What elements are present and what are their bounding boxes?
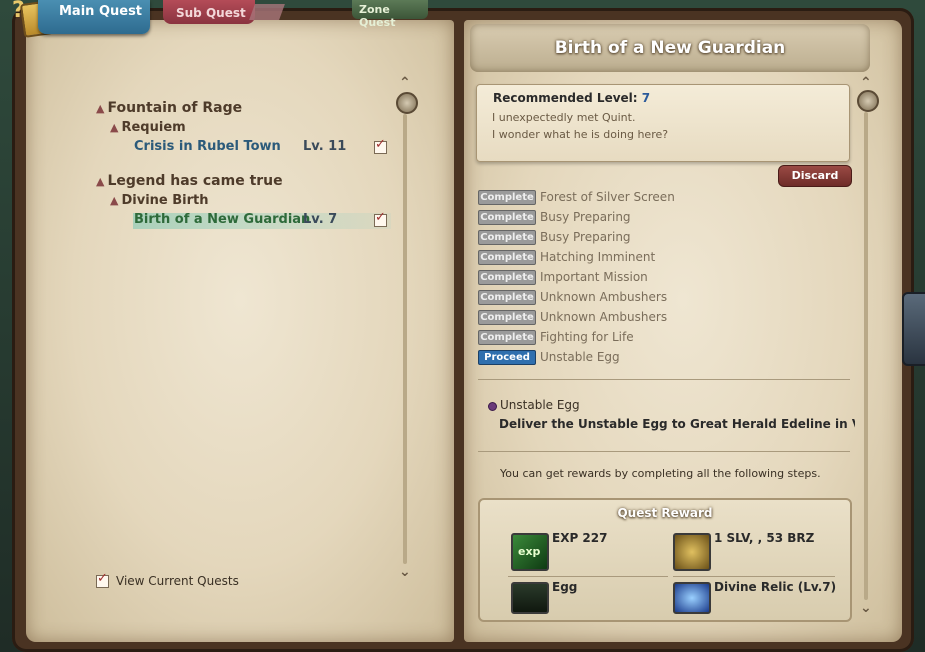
- track-checkbox[interactable]: [374, 137, 387, 154]
- discard-button[interactable]: Discard: [778, 165, 852, 187]
- quest-level: Lv. 7: [303, 212, 338, 227]
- status-badge: Complete: [478, 270, 536, 285]
- step-row: Complete Forest of Silver Screen: [478, 190, 675, 205]
- tab-sub-quest[interactable]: Sub Quest: [163, 0, 255, 24]
- status-badge: Complete: [478, 330, 536, 345]
- scroll-down-icon[interactable]: ⌄: [860, 600, 872, 616]
- relic-orb-icon[interactable]: [673, 582, 711, 614]
- step-row: Complete Fighting for Life: [478, 330, 634, 345]
- tab-sub-label: Sub Quest: [176, 6, 246, 20]
- step-row: Complete Busy Preparing: [478, 210, 631, 225]
- objective-description: Deliver the Unstable Egg to Great Herald…: [499, 417, 855, 431]
- step-row: Complete Unknown Ambushers: [478, 310, 667, 325]
- tab-zone-quest[interactable]: Zone Quest: [352, 0, 428, 29]
- status-badge: Proceed: [478, 350, 536, 365]
- status-badge: Complete: [478, 190, 536, 205]
- quest-birth-of-a-new-guardian[interactable]: Birth of a New Guardian: [134, 212, 310, 227]
- coins-icon[interactable]: [673, 533, 711, 571]
- step-row: Complete Important Mission: [478, 270, 648, 285]
- objective-bullet-icon: [488, 402, 497, 411]
- recommended-level: Recommended Level: 7: [493, 91, 651, 105]
- side-handle[interactable]: [902, 292, 925, 366]
- expand-arrow-icon: ▲: [96, 175, 105, 188]
- expand-arrow-icon: ▲: [110, 121, 119, 134]
- tab-main-label: Main Quest: [59, 4, 143, 19]
- exp-icon[interactable]: exp: [511, 533, 549, 571]
- quest-level: Lv. 11: [303, 139, 347, 154]
- status-badge: Complete: [478, 310, 536, 325]
- objective-title: Unstable Egg: [500, 398, 580, 412]
- quest-desc-line: I unexpectedly met Quint.: [492, 111, 636, 124]
- tab-zone-label: Zone Quest: [359, 3, 396, 29]
- scroll-knob[interactable]: [857, 90, 879, 112]
- track-checkbox[interactable]: [374, 210, 387, 227]
- category-legend-has-came-true[interactable]: ▲ Legend has came true: [96, 173, 283, 189]
- ribbon-decoration: [249, 4, 285, 20]
- reward-divider: [673, 576, 835, 577]
- status-badge: Complete: [478, 210, 536, 225]
- quest-crisis-in-rubel-town[interactable]: Crisis in Rubel Town: [134, 139, 281, 154]
- step-row: Complete Busy Preparing: [478, 230, 631, 245]
- scroll-track[interactable]: [403, 114, 407, 564]
- step-row: Complete Unknown Ambushers: [478, 290, 667, 305]
- status-badge: Complete: [478, 230, 536, 245]
- reward-item-egg: Egg: [552, 580, 578, 594]
- expand-arrow-icon: ▲: [96, 102, 105, 115]
- egg-icon[interactable]: [511, 582, 549, 614]
- step-row-current: Proceed Unstable Egg: [478, 350, 620, 365]
- view-current-label: View Current Quests: [116, 574, 239, 588]
- expand-arrow-icon: ▲: [110, 194, 119, 207]
- divider: [478, 379, 850, 380]
- reward-exp: EXP 227: [552, 531, 608, 545]
- reward-item-relic: Divine Relic (Lv.7): [714, 580, 837, 594]
- quest-title-banner: Birth of a New Guardian: [470, 24, 870, 72]
- reward-header: Quest Reward: [617, 506, 713, 520]
- quest-window: ? Main Quest Sub Quest Zone Quest ▲ Fount…: [0, 0, 925, 652]
- scroll-up-icon[interactable]: ⌃: [860, 75, 872, 91]
- status-badge: Complete: [478, 290, 536, 305]
- subcategory-requiem[interactable]: ▲ Requiem: [110, 120, 186, 135]
- reward-money: 1 SLV, , 53 BRZ: [714, 531, 815, 545]
- reward-divider: [508, 576, 668, 577]
- quest-desc-line: I wonder what he is doing here?: [492, 128, 669, 141]
- scroll-up-icon[interactable]: ⌃: [399, 75, 411, 91]
- category-fountain-of-rage[interactable]: ▲ Fountain of Rage: [96, 100, 242, 116]
- quest-description-scroll: Recommended Level: 7 I unexpectedly met …: [476, 84, 850, 162]
- status-badge: Complete: [478, 250, 536, 265]
- tab-main-quest[interactable]: Main Quest: [38, 0, 150, 34]
- step-row: Complete Hatching Imminent: [478, 250, 655, 265]
- divider: [478, 451, 850, 452]
- scroll-track[interactable]: [864, 112, 868, 600]
- view-current-checkbox[interactable]: [96, 571, 109, 588]
- rewards-note: You can get rewards by completing all th…: [500, 467, 821, 480]
- subcategory-divine-birth[interactable]: ▲ Divine Birth: [110, 193, 209, 208]
- scroll-knob[interactable]: [396, 92, 418, 114]
- scroll-down-icon[interactable]: ⌄: [399, 564, 411, 580]
- quest-title: Birth of a New Guardian: [554, 38, 786, 58]
